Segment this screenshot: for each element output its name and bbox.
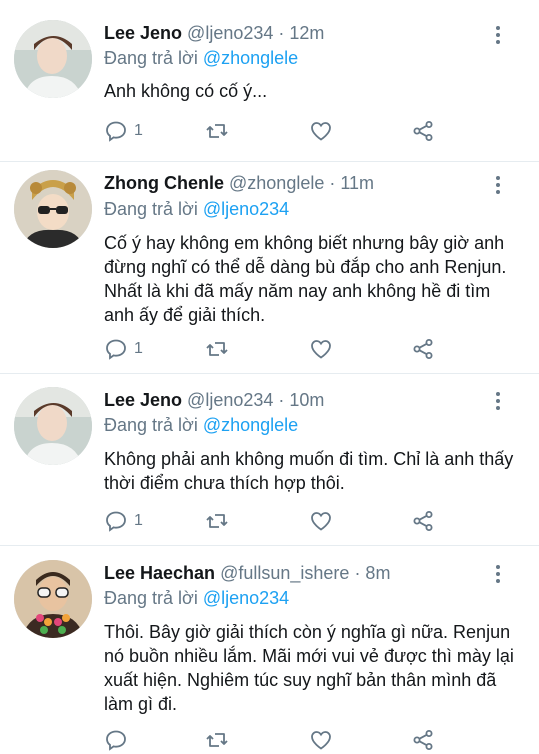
like-button[interactable] [309, 337, 333, 363]
more-vertical-icon[interactable] [488, 390, 508, 412]
mention-link[interactable]: @zhonglele [203, 48, 298, 68]
tweet-text: Thôi. Bây giờ giải thích còn ý nghĩa gì … [104, 622, 514, 714]
reply-count: 1 [134, 122, 143, 139]
like-button[interactable] [309, 728, 333, 754]
retweet-button[interactable] [205, 119, 229, 145]
display-name[interactable]: Zhong Chenle [104, 173, 224, 193]
heart-icon [311, 512, 331, 531]
avatar[interactable] [14, 20, 92, 98]
display-name[interactable]: Lee Jeno [104, 23, 182, 43]
heart-icon [311, 340, 331, 359]
tweet-text: Cố ý hay không em không biết nhưng bây g… [104, 233, 507, 325]
reply-icon [106, 730, 126, 751]
display-name[interactable]: Lee Jeno [104, 390, 182, 410]
retweet-button[interactable] [205, 337, 229, 363]
share-button[interactable] [411, 337, 435, 363]
share-icon [413, 339, 433, 359]
avatar[interactable] [14, 560, 92, 638]
replying-to-label: Đang trả lời [104, 415, 198, 435]
mention-link[interactable]: @ljeno234 [203, 199, 289, 219]
timestamp[interactable]: · 10m [278, 390, 324, 410]
retweet-icon [206, 733, 228, 747]
reply-button[interactable] [104, 728, 128, 754]
mention-link[interactable]: @zhonglele [203, 415, 298, 435]
reply-icon [106, 511, 126, 532]
more-vertical-icon[interactable] [488, 24, 508, 46]
retweet-icon [206, 514, 228, 528]
user-handle[interactable]: @ljeno234 [187, 23, 273, 43]
tweet-actions: 1 [104, 119, 444, 145]
retweet-button[interactable] [205, 728, 229, 754]
user-handle[interactable]: @fullsun_ishere [220, 563, 349, 583]
heart-icon [311, 122, 331, 141]
reply-count: 1 [134, 340, 143, 357]
timestamp[interactable]: · 11m [329, 173, 374, 193]
share-icon [413, 511, 433, 531]
user-handle[interactable]: @zhonglele [229, 173, 324, 193]
mention-link[interactable]: @ljeno234 [203, 588, 289, 608]
retweet-icon [206, 124, 228, 138]
tweet-actions: 1 [104, 337, 444, 363]
timestamp[interactable]: · 8m [354, 563, 390, 583]
tweet-header: Lee Jeno @ljeno234 · 12m [104, 20, 324, 46]
like-button[interactable] [309, 119, 333, 145]
tweet-text: Không phải anh không muốn đi tìm. Chỉ là… [104, 449, 514, 493]
heart-icon [311, 731, 331, 750]
share-icon [413, 730, 433, 750]
tweet-text: Anh không có cố ý... [104, 81, 268, 101]
avatar[interactable] [14, 387, 92, 465]
tweet[interactable]: Zhong Chenle @zhonglele · 11m Đang trả l… [0, 162, 539, 372]
replying-to: Đang trả lời @zhonglele [104, 45, 298, 71]
tweet[interactable]: Lee Jeno @ljeno234 · 10m Đang trả lời @z… [0, 374, 539, 544]
avatar[interactable] [14, 170, 92, 248]
retweet-icon [206, 342, 228, 356]
tweet-header: Zhong Chenle @zhonglele · 11m [104, 170, 374, 196]
tweet-header: Lee Haechan @fullsun_ishere · 8m [104, 560, 390, 586]
tweet-actions [104, 728, 444, 754]
replying-to: Đang trả lời @zhonglele [104, 412, 298, 438]
share-button[interactable] [411, 119, 435, 145]
timestamp[interactable]: · 12m [278, 23, 324, 43]
like-button[interactable] [309, 509, 333, 535]
tweet[interactable]: Lee Haechan @fullsun_ishere · 8m Đang tr… [0, 546, 539, 751]
reply-button[interactable]: 1 [104, 509, 143, 535]
share-button[interactable] [411, 728, 435, 754]
tweet[interactable]: Lee Jeno @ljeno234 · 12m Đang trả lời @z… [0, 0, 539, 160]
more-vertical-icon[interactable] [488, 174, 508, 196]
replying-to-label: Đang trả lời [104, 199, 198, 219]
reply-icon [106, 339, 126, 360]
reply-button[interactable]: 1 [104, 337, 143, 363]
more-vertical-icon[interactable] [488, 563, 508, 585]
display-name[interactable]: Lee Haechan [104, 563, 215, 583]
reply-count: 1 [134, 512, 143, 529]
replying-to: Đang trả lời @ljeno234 [104, 585, 289, 611]
share-icon [413, 121, 433, 141]
reply-icon [106, 121, 126, 142]
replying-to: Đang trả lời @ljeno234 [104, 196, 289, 222]
reply-button[interactable]: 1 [104, 119, 143, 145]
user-handle[interactable]: @ljeno234 [187, 390, 273, 410]
replying-to-label: Đang trả lời [104, 588, 198, 608]
tweet-actions: 1 [104, 509, 444, 535]
retweet-button[interactable] [205, 509, 229, 535]
replying-to-label: Đang trả lời [104, 48, 198, 68]
share-button[interactable] [411, 509, 435, 535]
tweet-header: Lee Jeno @ljeno234 · 10m [104, 387, 324, 413]
